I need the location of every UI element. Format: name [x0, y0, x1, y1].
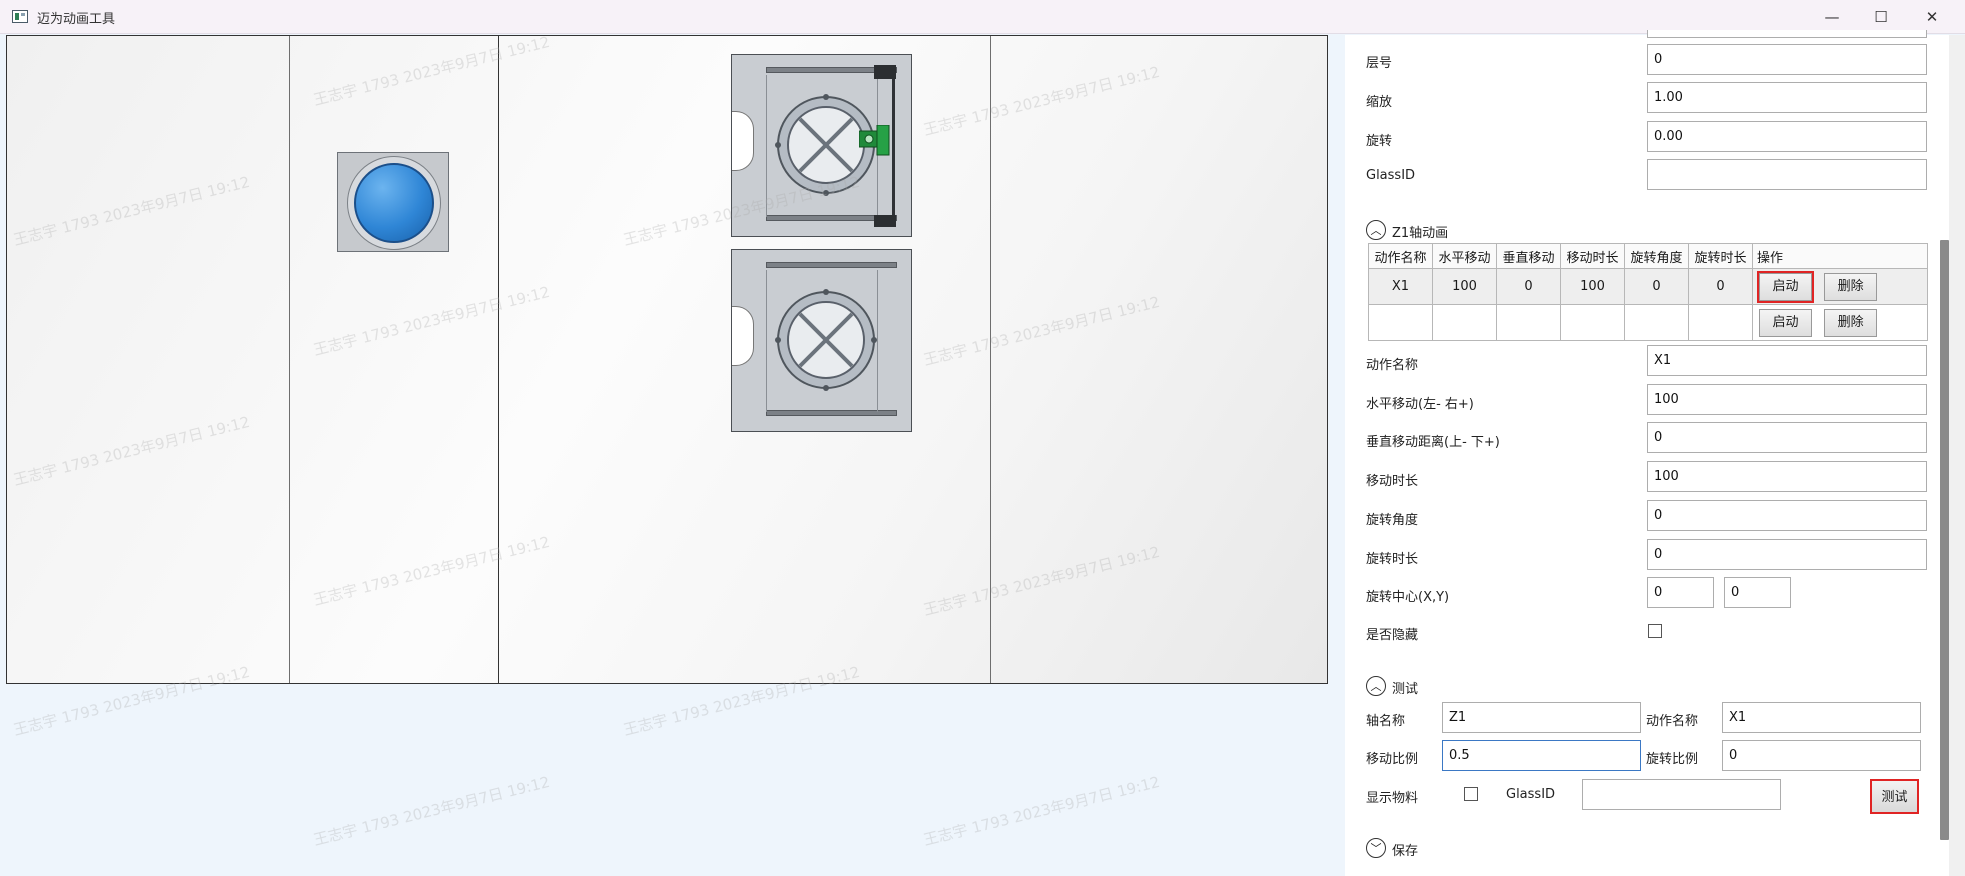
- cell-angle[interactable]: 0: [1624, 268, 1689, 305]
- delete-button[interactable]: 删除: [1824, 308, 1878, 337]
- rotate-ratio-label: 旋转比例: [1646, 752, 1699, 767]
- scrollbar-track[interactable]: [1949, 35, 1965, 876]
- axis-name-input[interactable]: [1442, 702, 1641, 733]
- clipped-field: [1647, 30, 1927, 38]
- canvas-divider: [498, 36, 499, 683]
- layer-label: 层号: [1366, 56, 1393, 71]
- rotary-station-top[interactable]: [731, 54, 912, 237]
- cell-actions: 启动 删除: [1752, 304, 1928, 341]
- scrollbar-thumb[interactable]: [1940, 240, 1949, 840]
- cell-h[interactable]: [1432, 304, 1497, 341]
- station-notch: [732, 111, 754, 171]
- maximize-button[interactable]: ☐: [1858, 3, 1904, 31]
- table-header-row: 动作名称 水平移动 垂直移动 移动时长 旋转角度 旋转时长 操作: [1368, 243, 1928, 269]
- close-button[interactable]: ✕: [1909, 3, 1955, 31]
- round-wafer-part[interactable]: [337, 152, 449, 252]
- scale-input[interactable]: [1647, 82, 1927, 113]
- rotate-center-x-input[interactable]: [1647, 577, 1714, 608]
- green-clamp-icon: [859, 125, 890, 156]
- horizontal-move-label: 水平移动(左- 右+): [1366, 397, 1474, 412]
- cell-angle[interactable]: [1624, 304, 1689, 341]
- start-button[interactable]: 启动: [1757, 270, 1814, 303]
- gripper-cap: [874, 215, 896, 227]
- rotary-wheel-icon: [775, 289, 877, 391]
- expand-save-icon[interactable]: ﹀: [1366, 838, 1386, 858]
- cell-dur[interactable]: [1560, 304, 1625, 341]
- vertical-move-label: 垂直移动距离(上- 下+): [1366, 435, 1500, 450]
- test-section-title: 测试: [1392, 682, 1419, 697]
- cell-v[interactable]: 0: [1496, 268, 1561, 305]
- action-name-label: 动作名称: [1366, 358, 1419, 373]
- cell-name[interactable]: [1368, 304, 1433, 341]
- table-row[interactable]: 启动 删除: [1368, 304, 1928, 341]
- animation-canvas[interactable]: [6, 35, 1328, 684]
- title-bar: 迈为动画工具 — ☐ ✕: [0, 0, 1965, 34]
- collapse-z1-icon[interactable]: ︿: [1366, 220, 1386, 240]
- rotate-angle-label: 旋转角度: [1366, 513, 1419, 528]
- column-header[interactable]: 垂直移动: [1496, 243, 1561, 269]
- move-ratio-label: 移动比例: [1366, 752, 1419, 767]
- test-glassid-input[interactable]: [1582, 779, 1781, 810]
- blue-wafer-icon: [354, 163, 434, 243]
- is-hidden-checkbox[interactable]: [1648, 624, 1662, 638]
- cell-rdur[interactable]: [1688, 304, 1753, 341]
- glassid-label: GlassID: [1366, 168, 1416, 183]
- show-material-label: 显示物料: [1366, 791, 1419, 806]
- column-header[interactable]: 移动时长: [1560, 243, 1625, 269]
- cell-h[interactable]: 100: [1432, 268, 1497, 305]
- canvas-divider: [289, 36, 290, 683]
- column-header[interactable]: 旋转角度: [1624, 243, 1689, 269]
- rotate-angle-input[interactable]: [1647, 500, 1927, 531]
- app-icon: [12, 10, 28, 23]
- rotate-label: 旋转: [1366, 134, 1393, 149]
- wafer-ring: [347, 156, 441, 250]
- cell-dur[interactable]: 100: [1560, 268, 1625, 305]
- column-header[interactable]: 旋转时长: [1688, 243, 1753, 269]
- axis-name-label: 轴名称: [1366, 714, 1406, 729]
- rotate-duration-label: 旋转时长: [1366, 552, 1419, 567]
- minimize-button[interactable]: —: [1809, 3, 1855, 31]
- window-title: 迈为动画工具: [37, 12, 116, 27]
- cell-name[interactable]: X1: [1368, 268, 1433, 305]
- column-header[interactable]: 动作名称: [1368, 243, 1433, 269]
- action-table[interactable]: 动作名称 水平移动 垂直移动 移动时长 旋转角度 旋转时长 操作 X1 100 …: [1368, 243, 1928, 341]
- action-name-input[interactable]: [1647, 345, 1927, 376]
- layer-input[interactable]: [1647, 44, 1927, 75]
- rotate-input[interactable]: [1647, 121, 1927, 152]
- glassid-input[interactable]: [1647, 159, 1927, 190]
- scale-label: 缩放: [1366, 95, 1393, 110]
- column-header[interactable]: 水平移动: [1432, 243, 1497, 269]
- vertical-move-input[interactable]: [1647, 422, 1927, 453]
- test-glassid-label: GlassID: [1506, 787, 1556, 802]
- horizontal-move-input[interactable]: [1647, 384, 1927, 415]
- rotate-center-y-input[interactable]: [1724, 577, 1791, 608]
- test-button[interactable]: 测试: [1870, 779, 1919, 814]
- column-header[interactable]: 操作: [1752, 243, 1928, 269]
- table-row[interactable]: X1 100 0 100 0 0 启动 删除: [1368, 268, 1928, 305]
- rotate-center-label: 旋转中心(X,Y): [1366, 590, 1450, 605]
- save-section-title: 保存: [1392, 844, 1419, 859]
- rotate-duration-input[interactable]: [1647, 539, 1927, 570]
- canvas-footer-area: [0, 684, 1345, 876]
- delete-button[interactable]: 删除: [1824, 272, 1878, 301]
- canvas-divider: [990, 36, 991, 683]
- rail: [766, 262, 897, 268]
- test-action-name-input[interactable]: [1722, 702, 1921, 733]
- test-action-name-label: 动作名称: [1646, 714, 1699, 729]
- z1-section-title: Z1轴动画: [1392, 226, 1449, 241]
- cell-rdur[interactable]: 0: [1688, 268, 1753, 305]
- move-ratio-input[interactable]: [1442, 740, 1641, 771]
- gripper-cap: [874, 65, 896, 79]
- cell-v[interactable]: [1496, 304, 1561, 341]
- station-notch: [732, 306, 754, 366]
- rotate-ratio-input[interactable]: [1722, 740, 1921, 771]
- is-hidden-label: 是否隐藏: [1366, 628, 1419, 643]
- collapse-test-icon[interactable]: ︿: [1366, 676, 1386, 696]
- move-duration-input[interactable]: [1647, 461, 1927, 492]
- cell-actions: 启动 删除: [1752, 268, 1928, 305]
- start-button[interactable]: 启动: [1759, 308, 1812, 337]
- show-material-checkbox[interactable]: [1464, 787, 1478, 801]
- rotary-station-bottom[interactable]: [731, 249, 912, 432]
- move-duration-label: 移动时长: [1366, 474, 1419, 489]
